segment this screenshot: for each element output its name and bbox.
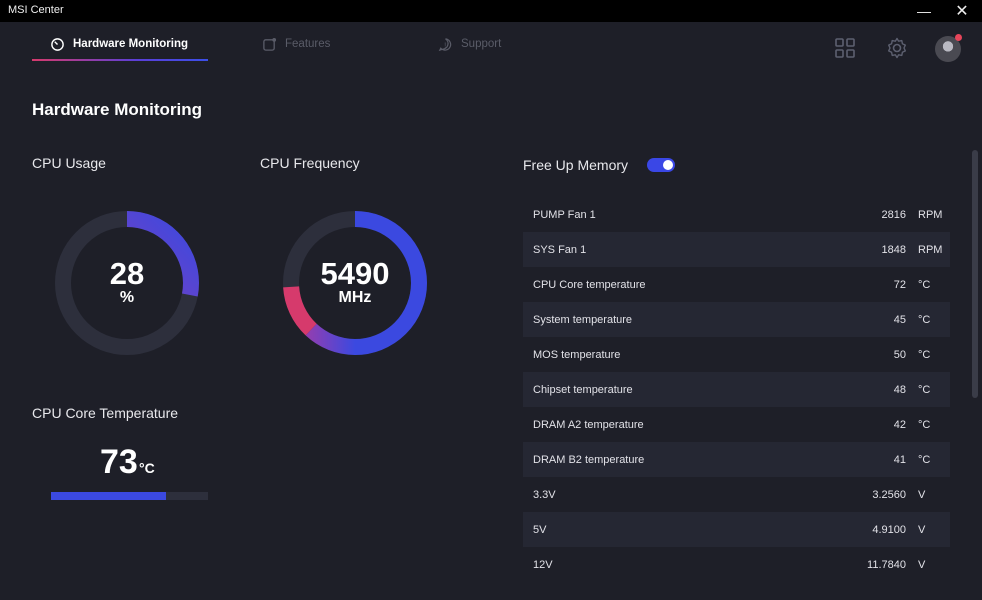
sensor-value: 3.2560: [872, 488, 906, 501]
tab-hardware-monitoring[interactable]: Hardware Monitoring: [50, 34, 188, 54]
minimize-icon: —: [917, 3, 931, 19]
cpu-frequency-gauge: 5490 MHz: [280, 208, 430, 358]
sensor-unit: °C: [918, 418, 931, 431]
sensor-value: 42: [893, 418, 906, 431]
sensor-value: 4.9100: [872, 523, 906, 536]
active-tab-indicator: [32, 59, 208, 61]
tab-features[interactable]: Features: [262, 34, 330, 54]
sensor-value: 48: [893, 383, 906, 396]
sensor-unit: °C: [918, 453, 931, 466]
sensor-value: 2816: [881, 208, 906, 221]
close-button[interactable]: ✕: [944, 0, 980, 22]
sensor-value: 72: [893, 278, 906, 291]
rocket-icon: [663, 160, 673, 170]
sensor-row: DRAM A2 temperature 42 °C: [523, 407, 950, 442]
tab-label: Support: [461, 38, 502, 50]
sensor-unit: V: [918, 488, 926, 501]
features-icon: [263, 37, 277, 51]
cpu-usage-label: CPU Usage: [32, 155, 106, 171]
tab-label: Hardware Monitoring: [73, 38, 189, 50]
sensor-unit: °C: [918, 348, 931, 361]
scrollbar[interactable]: [972, 150, 978, 398]
svg-text:!: !: [444, 40, 446, 49]
sensor-row: 3.3V 3.2560 V: [523, 477, 950, 512]
sensor-name: DRAM A2 temperature: [533, 418, 644, 431]
close-icon: ✕: [955, 3, 969, 20]
sensor-unit: RPM: [918, 208, 943, 221]
sensor-unit: °C: [918, 383, 931, 396]
sensor-value: 1848: [881, 243, 906, 256]
sensor-list: PUMP Fan 1 2816 RPM SYS Fan 1 1848 RPM CPU Cor…: [523, 197, 950, 582]
sensor-unit: V: [918, 523, 926, 536]
sensor-value: 45: [893, 313, 906, 326]
grid-icon[interactable]: [833, 36, 857, 60]
sensor-row: 12V 11.7840 V: [523, 547, 950, 582]
cpu-usage-unit: %: [119, 289, 135, 306]
sensor-row: System temperature 45 °C: [523, 302, 950, 337]
cpu-core-temp-unit: °C: [139, 460, 155, 476]
cpu-usage-gauge: 28 %: [52, 208, 202, 358]
free-memory-label: Free Up Memory: [523, 157, 629, 173]
sensor-row: DRAM B2 temperature 41 °C: [523, 442, 950, 477]
sensor-unit: °C: [918, 278, 931, 291]
sensor-name: 12V: [533, 558, 553, 571]
sensor-row: CPU Core temperature 72 °C: [523, 267, 950, 302]
cpu-core-temp-bar: [51, 492, 208, 500]
sensor-name: Chipset temperature: [533, 383, 633, 396]
sensor-row: PUMP Fan 1 2816 RPM: [523, 197, 950, 232]
sensor-row: SYS Fan 1 1848 RPM: [523, 232, 950, 267]
sensor-name: DRAM B2 temperature: [533, 453, 645, 466]
gauge-icon: [51, 37, 64, 51]
cpu-frequency-label: CPU Frequency: [260, 155, 360, 171]
sensor-row: 5V 4.9100 V: [523, 512, 950, 547]
cpu-usage-value: 28: [109, 256, 145, 291]
sensor-row: MOS temperature 50 °C: [523, 337, 950, 372]
sensor-unit: V: [918, 558, 926, 571]
support-icon: !: [438, 37, 452, 51]
gear-icon[interactable]: [885, 36, 909, 60]
cpu-frequency-unit: MHz: [338, 289, 372, 306]
sensor-row: Chipset temperature 48 °C: [523, 372, 950, 407]
minimize-button[interactable]: —: [906, 0, 942, 22]
cpu-frequency-value: 5490: [320, 256, 390, 291]
sensor-name: 3.3V: [533, 488, 556, 501]
sensor-name: System temperature: [533, 313, 633, 326]
sensor-unit: RPM: [918, 243, 943, 256]
sensor-value: 11.7840: [867, 558, 906, 571]
sensor-name: 5V: [533, 523, 547, 536]
sensor-name: CPU Core temperature: [533, 278, 646, 291]
sensor-name: MOS temperature: [533, 348, 621, 361]
window-title: MSI Center: [8, 4, 64, 16]
sensor-unit: °C: [918, 313, 931, 326]
cpu-core-temp-value: 73: [100, 443, 138, 481]
top-nav: Hardware Monitoring Features ! Support: [0, 22, 982, 70]
page-title: Hardware Monitoring: [32, 100, 203, 119]
sensor-name: SYS Fan 1: [533, 243, 587, 256]
sensor-value: 41: [893, 453, 906, 466]
free-memory-toggle[interactable]: [647, 158, 675, 172]
cpu-core-temp-bar-fill: [51, 492, 166, 500]
sensor-value: 50: [893, 348, 906, 361]
cpu-core-temp-label: CPU Core Temperature: [32, 405, 179, 421]
tab-label: Features: [285, 38, 331, 50]
tab-support[interactable]: ! Support: [438, 34, 501, 54]
title-bar: MSI Center — ✕: [0, 0, 982, 22]
notification-dot: [955, 34, 962, 41]
sensor-name: PUMP Fan 1: [533, 208, 596, 221]
